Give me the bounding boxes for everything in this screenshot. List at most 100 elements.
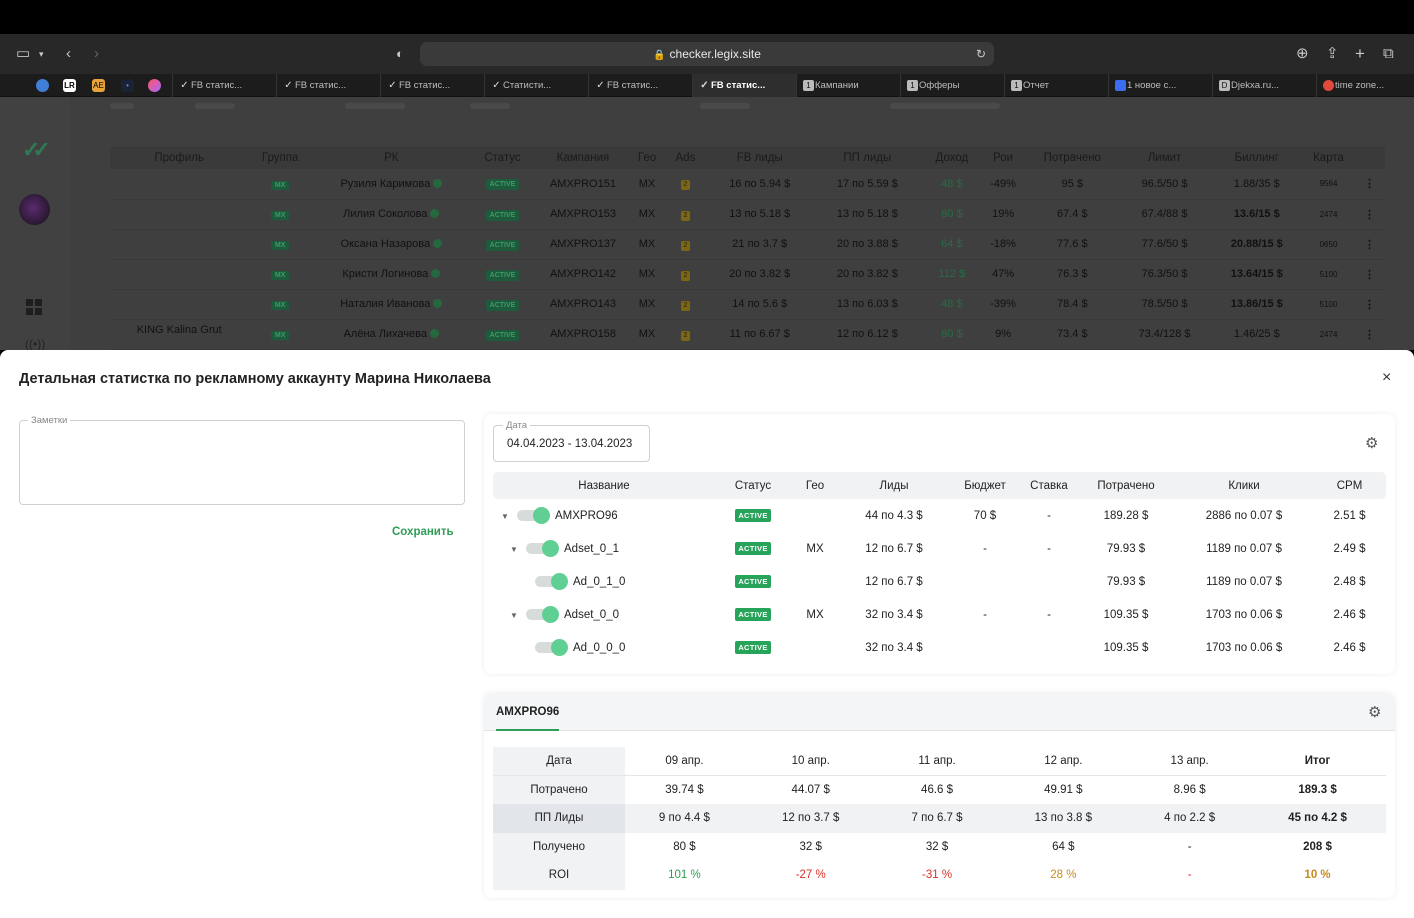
new-tab-icon[interactable]: + [1355,44,1365,64]
gear-icon[interactable]: ⚙ [1365,434,1378,452]
pinned-tab-dot[interactable]: • [121,79,134,92]
browser-tab[interactable]: ✓ Статисти... [484,74,588,97]
notes-field[interactable] [19,420,465,505]
dashboard-icon[interactable] [26,299,42,315]
table-row[interactable]: KING Kalina Grut MX Алёна Лихачева ACTIVE AM… [110,319,1385,350]
income-cell: 64 $ [923,229,981,260]
close-icon[interactable]: × [1382,369,1391,387]
table-row[interactable]: MX Наталия Иванова ACTIVE AMXPRO143 MX 2 14 по… [110,289,1385,320]
browser-tab[interactable]: ✓ FB статис... [172,74,276,97]
tab-overview-icon[interactable]: ⧉ [1383,44,1394,64]
more-icon[interactable]: ⋮ [1354,259,1385,290]
notes-textarea[interactable] [20,421,464,504]
chevron-down-icon[interactable]: ▼ [510,545,520,554]
sidebar-toggle-icon[interactable]: ▭ [16,44,30,64]
save-button[interactable]: Сохранить [392,526,454,538]
rk-name: Рузиля Каримова [340,177,431,190]
more-icon[interactable]: ⋮ [1354,169,1385,200]
download-icon[interactable]: ⊕ [1296,44,1309,64]
chevron-down-icon[interactable]: ▼ [501,512,511,521]
name-cell: Ad_0_1_0 [493,565,715,598]
day-value: 101 % [668,869,701,882]
tree-row[interactable]: ▼ Adset_0_0 ACTIVE MX 32 по 3.4 $ - - 109.35 $ 1… [493,598,1386,631]
more-icon[interactable]: ⋮ [1354,229,1385,260]
browser-tab[interactable]: ✓ FB статис... [588,74,692,97]
column-header: Потрачено [1026,147,1119,169]
limit-cell: 76.3/50 $ [1118,259,1211,290]
budget-cell [949,565,1021,598]
status-toggle[interactable] [526,539,559,557]
back-icon[interactable]: ‹ [66,44,71,64]
browser-tab[interactable]: time zone... [1316,74,1414,97]
bid-cell: - [1047,542,1051,555]
active-tab-indicator [496,729,559,731]
tab-amxpro96[interactable]: AMXPRO96 [496,706,559,718]
pinned-tab-ae[interactable]: AE [92,79,105,92]
more-icon[interactable]: ⋮ [1354,199,1385,230]
clicks-cell: 1189 по 0.07 $ [1206,542,1282,555]
status-toggle[interactable] [535,638,568,656]
spent-cell: 109.35 $ [1103,608,1149,621]
browser-tab[interactable]: 1 Офферы [900,74,1004,97]
globe-icon[interactable] [36,79,49,92]
leads-cell: 12 по 6.7 $ [865,575,923,588]
browser-tab[interactable]: ✓ FB статис... [380,74,484,97]
leads-cell: 44 по 4.3 $ [865,509,923,522]
notes-label: Заметки [28,415,71,426]
rk-name: Наталия Иванова [340,298,431,310]
more-icon[interactable]: ⋮ [1354,319,1385,350]
more-icon[interactable]: ⋮ [1354,289,1385,320]
browser-tab[interactable]: D Djekxa.ru... [1212,74,1316,97]
table-row[interactable]: MX Рузиля Каримова ACTIVE AMXPRO151 MX 2 16 по… [110,169,1385,200]
logo-check-icon[interactable]: ✓✓ [22,137,51,163]
group-badge: MX [270,331,290,340]
column-header: Потрачено [1077,472,1175,499]
daily-row: ПП Лиды 9 по 4.4 $12 по 3.7 $7 по 6.7 $13… [493,804,1386,833]
campaign-cell: AMXPRO151 [534,169,632,200]
pinned-tab-lr[interactable]: LR [63,79,76,92]
total-value: 45 по 4.2 $ [1249,804,1386,833]
rk-cell: Рузиля Каримова [311,169,471,200]
tree-row[interactable]: Ad_0_1_0 ACTIVE 12 по 6.7 $ 79.93 $ 1189 по … [493,565,1386,598]
share-icon[interactable]: ⇪ [1326,44,1339,64]
shield-icon[interactable]: ◐ [396,44,404,64]
day-header: 11 апр. [877,747,997,776]
chevron-down-icon[interactable]: ▾ [39,44,44,64]
avatar[interactable] [19,194,50,225]
chevron-down-icon[interactable]: ▼ [510,611,520,620]
pp-cell: 13 по 6.03 $ [810,289,924,320]
status-toggle[interactable] [535,572,568,590]
status-toggle[interactable] [517,506,550,524]
browser-tab[interactable]: ✓ FB статис... [692,74,796,97]
forward-icon[interactable]: › [94,44,99,64]
tree-row[interactable]: ▼ AMXPRO96 ACTIVE 44 по 4.3 $ 70 $ - 189.28 $ 2… [493,499,1386,532]
browser-tab[interactable]: 1 Отчет [1004,74,1108,97]
google-icon [1323,80,1334,91]
browser-tab[interactable]: 1 новое с... [1108,74,1212,97]
table-row[interactable]: MX Кристи Логинова ACTIVE AMXPRO142 MX 2 20 по… [110,259,1385,290]
fb-cell: 20 по 3.82 $ [708,259,811,290]
tab-label: Офферы [919,80,960,91]
row-label: Получено [493,832,625,861]
income-cell: 48 $ [923,289,981,320]
table-row[interactable]: MX Лилия Соколова ACTIVE AMXPRO153 MX 2 13 по … [110,199,1385,230]
address-bar[interactable]: 🔒 checker.legix.site ↻ [420,42,994,66]
browser-tab[interactable]: ✓ FB статис... [276,74,380,97]
rk-cell: Алёна Лихачева [311,319,471,350]
name-cell: ▼ Adset_0_1 [493,532,715,565]
tree-row[interactable]: Ad_0_0_0 ACTIVE 32 по 3.4 $ 109.35 $ 1703 по… [493,631,1386,664]
day-header: 09 апр. [625,747,744,776]
broadcast-icon[interactable]: ((•)) [25,337,45,350]
tree-row[interactable]: ▼ Adset_0_1 ACTIVE MX 12 по 6.7 $ - - 79.93 $ 11… [493,532,1386,565]
browser-tab[interactable]: 1 Кампании [796,74,900,97]
campaign-cell: AMXPRO143 [534,289,632,320]
window-top-bar [0,0,1414,34]
gear-icon[interactable]: ⚙ [1368,703,1381,721]
status-toggle[interactable] [526,605,559,623]
reload-icon[interactable]: ↻ [976,42,986,66]
table-row[interactable]: MX Оксана Назарова ACTIVE AMXPRO137 MX 2 21 по… [110,229,1385,260]
pinned-tab-orb[interactable] [148,79,161,92]
chat-icon [1115,80,1126,91]
ads-cell: 2 [662,199,709,230]
income-cell: 112 $ [923,259,981,290]
